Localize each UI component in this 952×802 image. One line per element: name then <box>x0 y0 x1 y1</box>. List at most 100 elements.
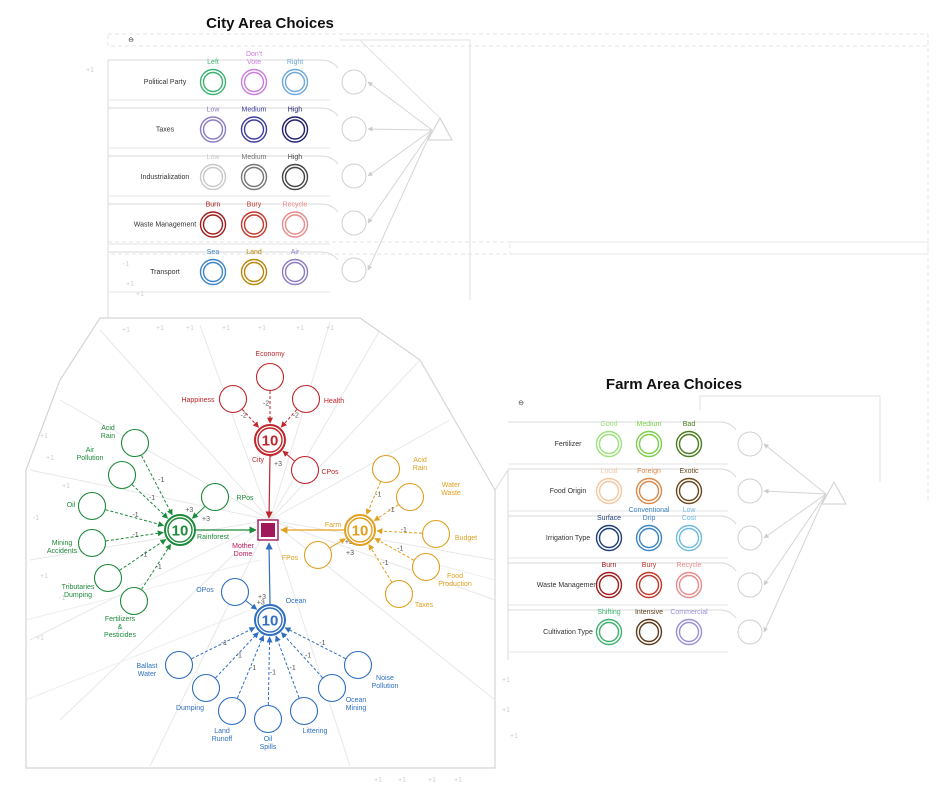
city-option[interactable]: High <box>281 154 309 191</box>
farm-option-outer-ring[interactable] <box>675 430 703 458</box>
farm-option[interactable]: Bury <box>635 562 663 599</box>
rainforest-factor-node[interactable] <box>120 428 150 458</box>
rainforest-factor-label: Mining Accidents <box>47 540 78 555</box>
ocean-factor-node[interactable] <box>220 577 250 607</box>
city-option[interactable]: Burn <box>199 202 227 238</box>
city-option[interactable]: Right <box>281 59 309 96</box>
city-option-outer-ring[interactable] <box>240 211 268 238</box>
city-option-outer-ring[interactable] <box>240 163 268 191</box>
farm-option-outer-ring[interactable] <box>595 477 623 505</box>
farm-option-outer-ring[interactable] <box>635 477 663 505</box>
ocean-factor-node[interactable] <box>317 673 347 703</box>
farm-factor-weight: -1 <box>382 560 388 567</box>
farm-option-outer-ring[interactable] <box>635 618 663 646</box>
ocean-factor-node[interactable] <box>164 650 194 680</box>
city-option[interactable]: Don't Vote <box>240 51 268 96</box>
farm-factor-node[interactable] <box>411 552 441 582</box>
farm-option[interactable]: Good <box>595 421 623 458</box>
farm-triangle-node <box>821 480 847 505</box>
rainforest-factor-node[interactable] <box>77 491 107 521</box>
farm-option-outer-ring[interactable] <box>595 571 623 599</box>
farm-option-outer-ring[interactable] <box>595 618 623 646</box>
city-option[interactable]: Left <box>199 59 227 96</box>
faint-weight-label: +1 <box>62 483 70 490</box>
city-option[interactable]: Recycle <box>281 202 309 238</box>
ocean-factor-node[interactable] <box>343 650 373 680</box>
city-option-label: High <box>288 154 303 161</box>
city-option[interactable]: High <box>281 107 309 143</box>
farm-option-outer-ring[interactable] <box>635 430 663 458</box>
city-option-outer-ring[interactable] <box>281 68 309 96</box>
city-factor-node[interactable] <box>218 384 248 414</box>
faint-radial-line <box>269 329 381 521</box>
city-option-outer-ring[interactable] <box>199 258 227 286</box>
farm-option[interactable]: Commercial <box>670 609 708 646</box>
city-factor-node[interactable] <box>290 455 320 485</box>
farm-factor-node[interactable] <box>395 482 425 512</box>
farm-option[interactable]: Local <box>595 468 623 505</box>
farm-option[interactable]: Recycle <box>675 562 703 599</box>
farm-option-outer-ring[interactable] <box>675 618 703 646</box>
farm-aggregate-link <box>763 493 827 586</box>
farm-factor-node[interactable] <box>303 540 333 570</box>
farm-factor-link <box>373 504 399 522</box>
farm-option[interactable]: Surface <box>595 515 623 552</box>
city-option-outer-ring[interactable] <box>240 68 268 96</box>
ocean-factor-node[interactable] <box>191 673 221 703</box>
city-factor-node[interactable] <box>291 384 321 414</box>
city-factor-node[interactable] <box>255 362 285 392</box>
city-option-outer-ring[interactable] <box>281 116 309 143</box>
city-option[interactable]: Bury <box>240 202 268 238</box>
mother-dome-core[interactable] <box>261 523 275 537</box>
farm-option[interactable]: Exotic <box>675 468 703 505</box>
farm-option[interactable]: Burn <box>595 562 623 599</box>
farm-option-outer-ring[interactable] <box>675 571 703 599</box>
city-option-outer-ring[interactable] <box>281 258 309 286</box>
farm-factor-node[interactable] <box>384 579 414 609</box>
ocean-factor-node[interactable] <box>217 696 247 726</box>
city-option[interactable]: Medium <box>240 154 268 191</box>
rainforest-factor-node[interactable] <box>119 586 149 616</box>
farm-option-outer-ring[interactable] <box>675 524 703 552</box>
city-option[interactable]: Low <box>199 107 227 143</box>
ocean-factor-node[interactable] <box>289 696 319 726</box>
city-option[interactable]: Land <box>240 249 268 286</box>
rainforest-factor-node[interactable] <box>107 460 137 490</box>
city-option-outer-ring[interactable] <box>199 68 227 96</box>
city-option[interactable]: Low <box>199 154 227 191</box>
farm-option[interactable]: Low Cost <box>675 507 703 552</box>
city-option-outer-ring[interactable] <box>199 211 227 238</box>
farm-option[interactable]: Medium <box>635 421 663 458</box>
city-option-outer-ring[interactable] <box>240 258 268 286</box>
farm-factor-node[interactable] <box>421 519 451 549</box>
city-collapse-icon[interactable]: ⊖ <box>128 37 134 44</box>
farm-option-outer-ring[interactable] <box>635 571 663 599</box>
farm-option[interactable]: Bad <box>675 421 703 458</box>
farm-option[interactable]: Conventional Drip <box>629 507 670 552</box>
ocean-factor-label: Oil Spills <box>260 736 277 751</box>
city-option-label: Recycle <box>283 202 308 209</box>
faint-weight-label: +1 <box>86 67 94 74</box>
farm-option[interactable]: Intensive <box>635 609 663 646</box>
city-option-outer-ring[interactable] <box>281 163 309 191</box>
farm-factor-node[interactable] <box>371 454 401 484</box>
faint-weight-label: +1 <box>40 433 48 440</box>
foreground-diagram: City Area Choices Farm Area Choices ⊖ ⊖ Poli… <box>47 15 742 751</box>
city-option[interactable]: Medium <box>240 107 268 143</box>
farm-option-outer-ring[interactable] <box>595 430 623 458</box>
farm-option-outer-ring[interactable] <box>595 524 623 552</box>
farm-collapse-icon[interactable]: ⊖ <box>518 400 524 407</box>
ocean-factor-node[interactable] <box>253 704 283 734</box>
rainforest-factor-node[interactable] <box>200 482 230 512</box>
faint-weight-label: +1 <box>428 777 436 784</box>
farm-option[interactable]: Shifting <box>595 609 623 646</box>
city-option-outer-ring[interactable] <box>199 116 227 143</box>
city-option-outer-ring[interactable] <box>199 163 227 191</box>
farm-option-outer-ring[interactable] <box>635 524 663 552</box>
city-option-outer-ring[interactable] <box>240 116 268 143</box>
farm-option[interactable]: Foreign <box>635 468 663 505</box>
rainforest-factor-node[interactable] <box>93 563 123 593</box>
city-option-outer-ring[interactable] <box>281 211 309 238</box>
farm-option-outer-ring[interactable] <box>675 477 703 505</box>
rainforest-factor-node[interactable] <box>77 528 107 558</box>
